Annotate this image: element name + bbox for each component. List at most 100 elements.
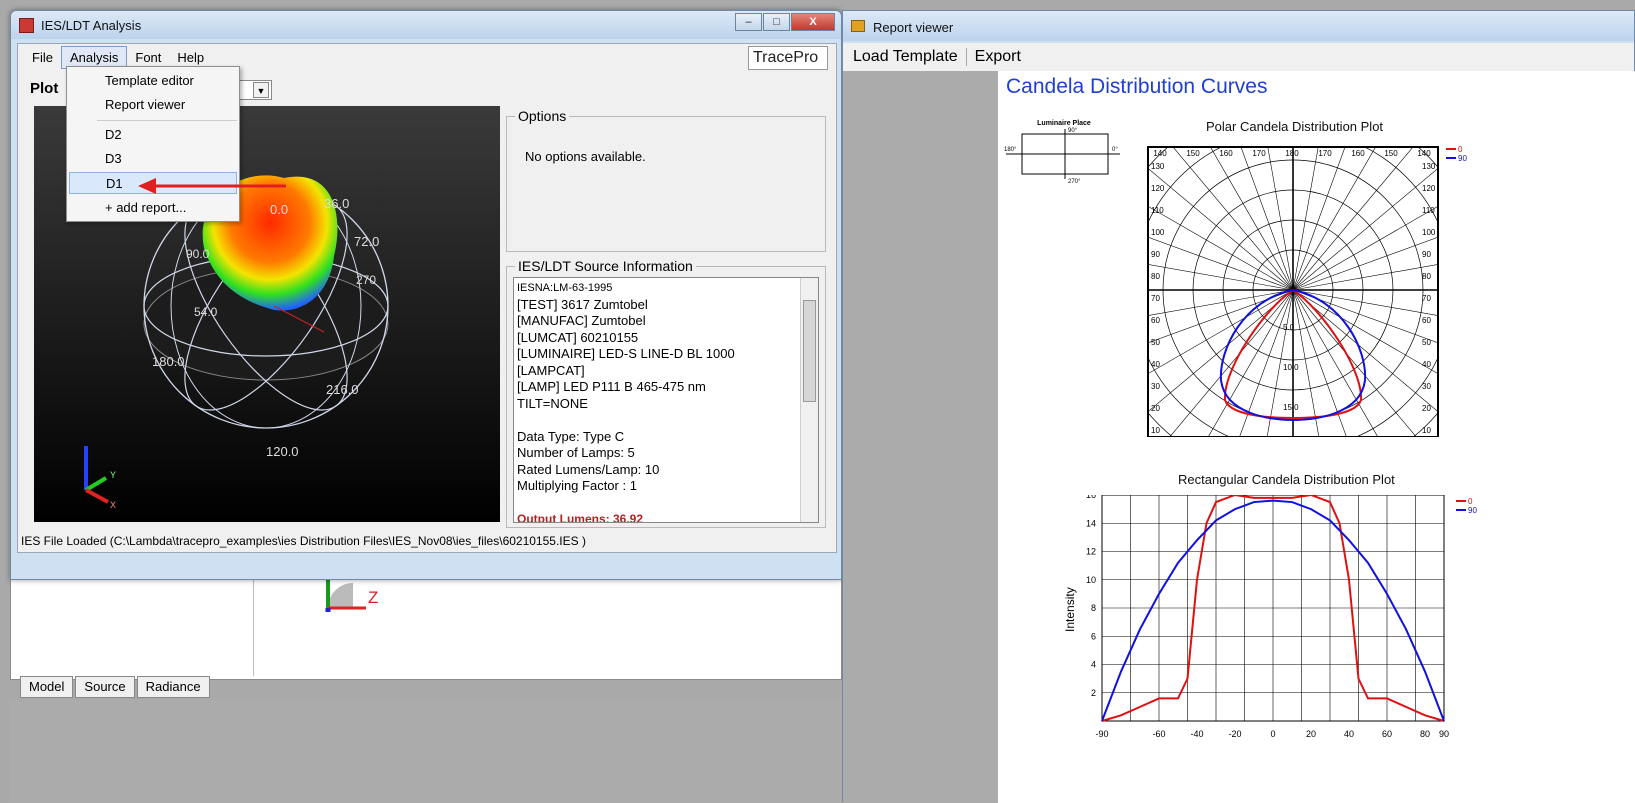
rect-y-tick-label: 14 — [1086, 518, 1096, 528]
rect-x-tick-label: 60 — [1382, 729, 1392, 739]
load-template-button[interactable]: Load Template — [853, 48, 958, 66]
vertical-scrollbar[interactable] — [800, 278, 818, 522]
rectangular-candela-chart[interactable]: 2 4 6 8 10 12 14 16 -90 -60 -40 -20 0 20 40 60 80 90 Inten… — [1058, 495, 1518, 759]
polar-side-label-right: 100 — [1422, 228, 1436, 237]
sphere-label-54: 54.0 — [194, 305, 218, 319]
polar-side-label-right: 10 — [1422, 426, 1431, 435]
polar-top-label: 160 — [1219, 149, 1233, 158]
place-label-180: 180° — [1004, 147, 1017, 153]
report-toolbar: Load Template Export — [843, 43, 1634, 71]
polar-side-label-right: 110 — [1422, 206, 1435, 215]
close-button[interactable]: X — [791, 13, 835, 31]
polar-top-label: 180 — [1285, 149, 1299, 158]
polar-top-label: 140 — [1153, 149, 1167, 158]
place-label-0: 0° — [1112, 147, 1118, 153]
source-info-textbox[interactable]: IESNA:LM-63-1995 [TEST] 3617 Zumtobel [M… — [513, 277, 819, 523]
report-margin-area — [843, 71, 998, 803]
polar-top-label: 150 — [1384, 149, 1398, 158]
sphere-label-0: 0.0 — [270, 202, 288, 217]
source-line: Multiplying Factor : 1 — [517, 478, 637, 493]
menu-separator — [97, 120, 237, 121]
output-lumens: Output Lumens: 36.92 — [517, 512, 644, 523]
model-tree-panel[interactable] — [18, 578, 254, 676]
axis-z-label: Z — [368, 588, 378, 607]
menu-font[interactable]: Font — [127, 47, 169, 68]
tracepro-logo: TracePro — [748, 46, 828, 70]
options-groupbox: Options No options available. — [506, 108, 826, 252]
polar-top-label: 170 — [1252, 149, 1266, 158]
tab-model[interactable]: Model — [20, 676, 74, 698]
source-line: [LAMPCAT] — [517, 362, 585, 378]
polar-side-label-left: 130 — [1151, 162, 1165, 171]
xyz-axis-triad-icon: Y X — [84, 446, 116, 510]
report-viewer-title-bar[interactable]: Report viewer — [843, 11, 1634, 41]
source-line: Rated Lumens/Lamp: 10 — [517, 461, 660, 477]
sphere-label-270: 270 — [356, 273, 376, 287]
export-button[interactable]: Export — [975, 48, 1021, 66]
menu-item-d2[interactable]: D2 — [69, 124, 237, 146]
polar-top-label: 170 — [1318, 149, 1332, 158]
polar-side-label-left: 70 — [1151, 294, 1160, 303]
menu-item-template-editor[interactable]: Template editor — [69, 70, 237, 92]
polar-side-label-right: 90 — [1422, 250, 1431, 259]
analysis-dropdown-menu: Template editor Report viewer D2 D3 D1 +… — [66, 66, 240, 222]
luminaire-place-title: Luminaire Place — [1037, 120, 1091, 127]
source-line: [TEST] 3617 Zumtobel — [517, 296, 648, 312]
source-line: [LAMP] LED P111 B 465-475 nm — [517, 379, 706, 394]
menu-item-report-viewer[interactable]: Report viewer — [69, 94, 237, 116]
polar-radial-label: 5.0 — [1283, 323, 1295, 332]
rect-y-tick-label: 2 — [1091, 688, 1096, 698]
polar-side-label-left: 30 — [1151, 382, 1160, 391]
menu-file[interactable]: File — [24, 47, 61, 68]
polar-top-label: 160 — [1351, 149, 1365, 158]
rect-legend-label: 0 — [1468, 497, 1473, 506]
rect-legend-label: 90 — [1468, 506, 1477, 515]
axis-x-label: X — [110, 500, 116, 510]
rect-chart-title: Rectangular Candela Distribution Plot — [1178, 472, 1395, 487]
polar-radial-label: 10.0 — [1283, 363, 1299, 372]
report-viewer-title: Report viewer — [873, 20, 954, 35]
sphere-label-180: 180.0 — [152, 354, 185, 369]
rect-x-tick-label: 80 — [1420, 729, 1430, 739]
tab-radiance[interactable]: Radiance — [136, 676, 210, 698]
sphere-label-36: 36.0 — [324, 196, 349, 211]
report-page[interactable]: Candela Distribution Curves Luminaire Pl… — [998, 71, 1635, 803]
source-blank-line — [517, 495, 796, 512]
polar-side-label-right: 60 — [1422, 316, 1431, 325]
rect-x-tick-label: 20 — [1306, 729, 1316, 739]
rect-y-tick-label: 12 — [1086, 547, 1096, 557]
plot-type-select[interactable]: ▼ — [238, 80, 272, 100]
polar-side-label-right: 40 — [1422, 360, 1431, 369]
source-line: [MANUFAC] Zumtobel — [517, 313, 646, 328]
report-heading: Candela Distribution Curves — [1006, 75, 1268, 98]
panel-tabs: Model Source Radiance — [20, 676, 212, 698]
window-title: IES/LDT Analysis — [41, 18, 142, 33]
chevron-down-icon[interactable]: ▼ — [253, 82, 269, 98]
polar-side-label-left: 100 — [1151, 228, 1165, 237]
rect-x-tick-label: -20 — [1228, 729, 1241, 739]
minimize-button[interactable]: – — [735, 13, 762, 31]
source-info-title: IES/LDT Source Information — [515, 258, 696, 274]
menu-item-d3[interactable]: D3 — [69, 148, 237, 170]
source-line: [LUMCAT] 60210155 — [517, 329, 639, 345]
menu-help[interactable]: Help — [169, 47, 212, 68]
polar-side-label-right: 20 — [1422, 404, 1431, 413]
options-title: Options — [515, 108, 570, 124]
sphere-label-90: 90.0 — [186, 247, 210, 261]
status-bar: IES File Loaded (C:\Lambda\tracepro_exam… — [21, 534, 586, 548]
title-bar[interactable]: IES/LDT Analysis – □ X — [11, 11, 841, 39]
polar-side-label-left: 20 — [1151, 404, 1160, 413]
polar-candela-chart[interactable]: 140 150 160 170 180 170 160 150 140 130 130 120 120 1… — [1146, 137, 1496, 437]
place-label-90: 90° — [1068, 128, 1078, 134]
scrollbar-thumb[interactable] — [803, 300, 816, 402]
polar-side-label-left: 40 — [1151, 360, 1160, 369]
polar-top-label: 150 — [1186, 149, 1200, 158]
app-icon — [19, 18, 34, 33]
rect-x-tick-label: -90 — [1095, 729, 1108, 739]
tab-source[interactable]: Source — [75, 676, 135, 698]
rect-y-tick-label: 10 — [1086, 575, 1096, 585]
rect-x-tick-label: 40 — [1344, 729, 1354, 739]
menu-item-add-report[interactable]: + add report... — [69, 197, 237, 219]
maximize-button[interactable]: □ — [763, 13, 790, 31]
polar-side-label-right: 70 — [1422, 294, 1431, 303]
